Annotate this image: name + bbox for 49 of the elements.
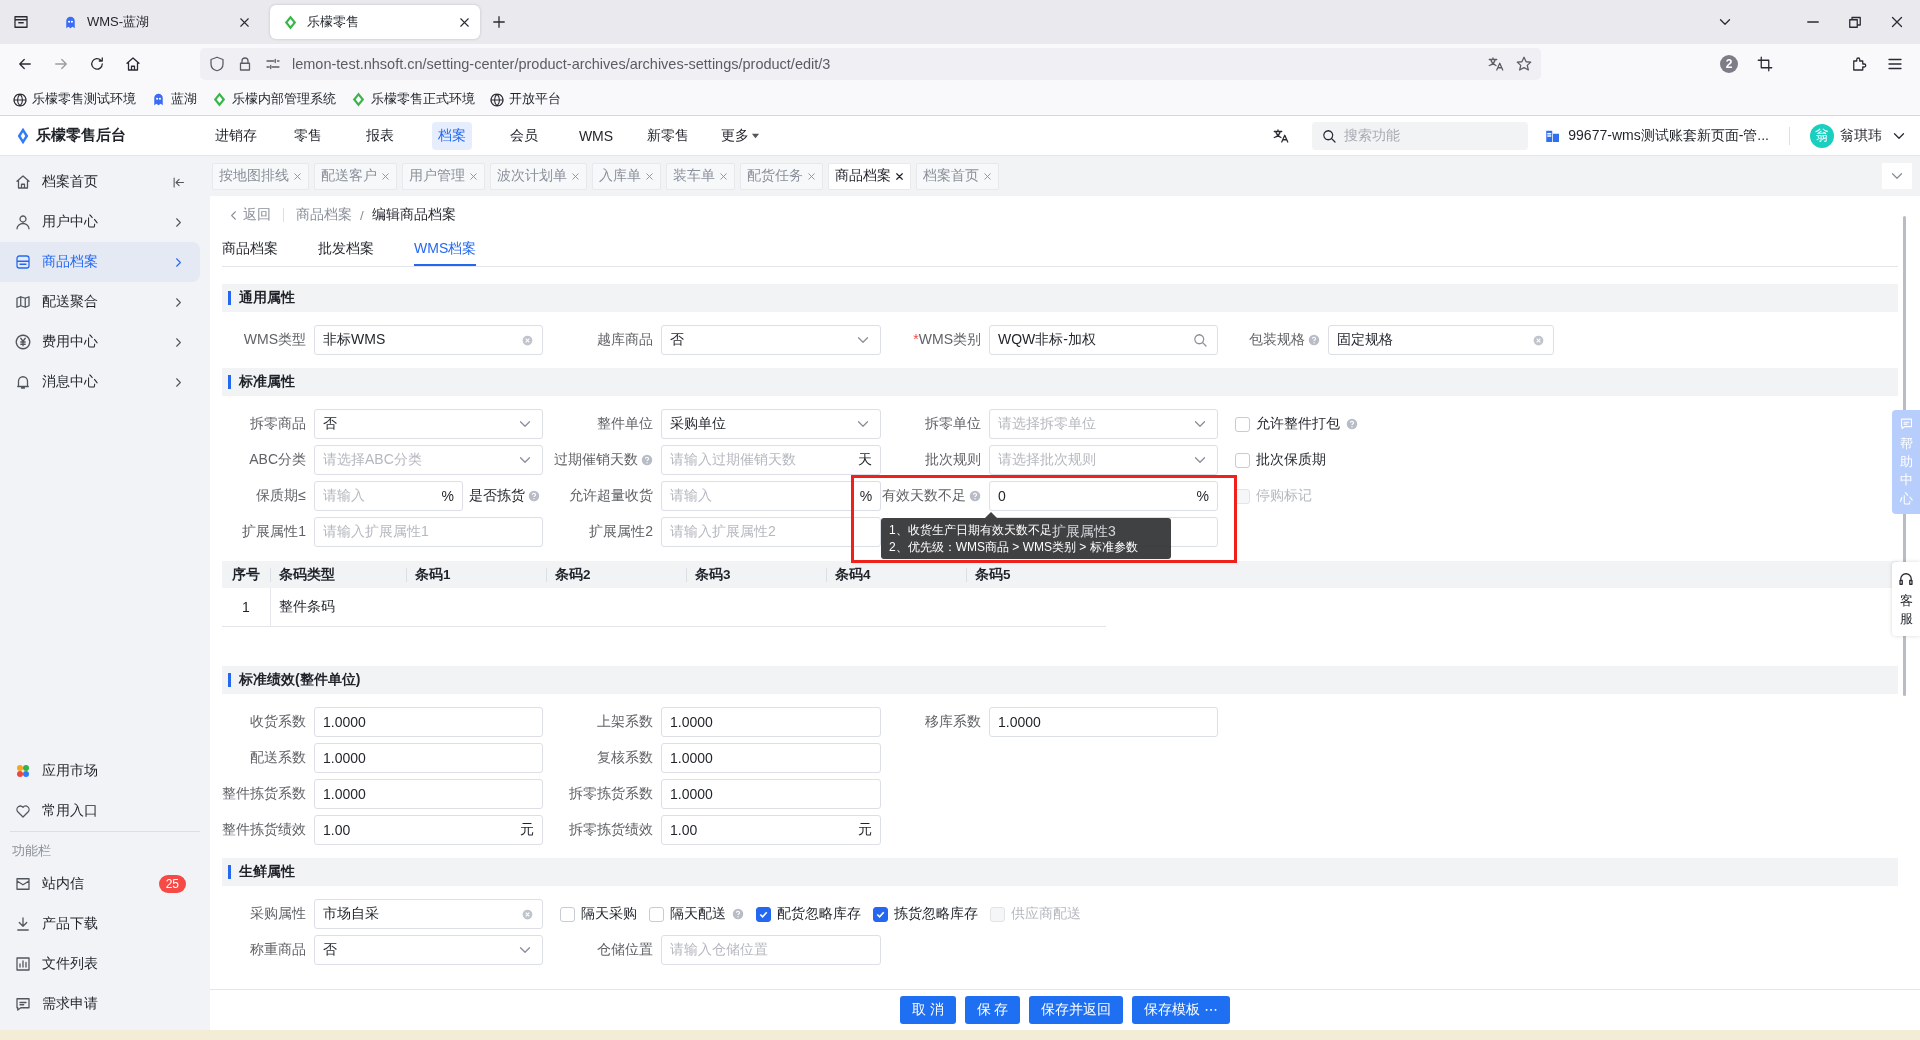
field-label: 上架系数 [597,713,653,731]
field-label: 批次规则 [925,451,981,469]
breadcrumb-item: 编辑商品档案 [371,206,456,224]
field-label: 是否拣货 [469,487,525,505]
field-label: 扩展属性1 [242,523,306,541]
table-header-cell: 条码3 [686,567,826,582]
field-label: 保质期≤ [256,487,306,505]
app-title: 乐檬零售后台 [36,126,126,145]
field-label: 包装规格 [1249,331,1305,349]
field-label: 整件单位 [597,415,653,433]
section-header: 通用属性 [222,284,1898,312]
unit-addon: % [852,481,881,511]
field-label: 收货系数 [250,713,306,731]
field-label: 越库商品 [597,331,653,349]
field-label: 拆零单位 [925,415,981,433]
field-label: 复核系数 [597,749,653,767]
table-header-cell: 条码5 [966,567,1106,582]
section-header: 标准属性 [222,368,1898,396]
field-label: ABC分类 [249,451,306,469]
field-label: *WMS类别 [913,331,981,349]
tooltip-text: 1、收货生产日期有效天数不足 [889,523,1052,537]
field-label: 有效天数不足 [882,487,966,505]
field-label: 仓储位置 [597,941,653,959]
breadcrumb-separator: / [360,207,364,223]
field-label: 整件拣货绩效 [222,821,306,839]
field-label: WMS类型 [243,331,306,349]
section-header: 生鲜属性 [222,858,1898,886]
tooltip-text: 2、优先级：WMS商品 > WMS类别 > 标准参数 [889,540,1138,555]
field-label: 拆零商品 [250,415,306,433]
count-badge: 25 [158,875,186,893]
field-label: 移库系数 [925,713,981,731]
section-header: 标准绩效(整件单位) [222,666,1898,694]
field-label: 拆零拣货系数 [569,785,653,803]
field-label: 过期催销天数 [554,451,638,469]
field-label: 扩展属性2 [589,523,653,541]
field-label: 拆零拣货绩效 [569,821,653,839]
field-label: 采购属性 [250,905,306,923]
field-label: 整件拣货系数 [222,785,306,803]
table-cell-text: 1 [241,599,251,615]
table-cell: 整件条码 [270,588,406,626]
field-label: 允许超量收货 [569,487,653,505]
sidebar-section-title: 功能栏 [11,842,52,860]
table-header-cell: 条码类型 [270,567,406,582]
table-header-cell-text: 序号 [231,567,261,582]
table-header-cell: 条码1 [406,567,546,582]
field-label: 配送系数 [250,749,306,767]
table-header-cell: 条码4 [826,567,966,582]
field-label: 称重商品 [250,941,306,959]
table-header-cell: 条码2 [546,567,686,582]
